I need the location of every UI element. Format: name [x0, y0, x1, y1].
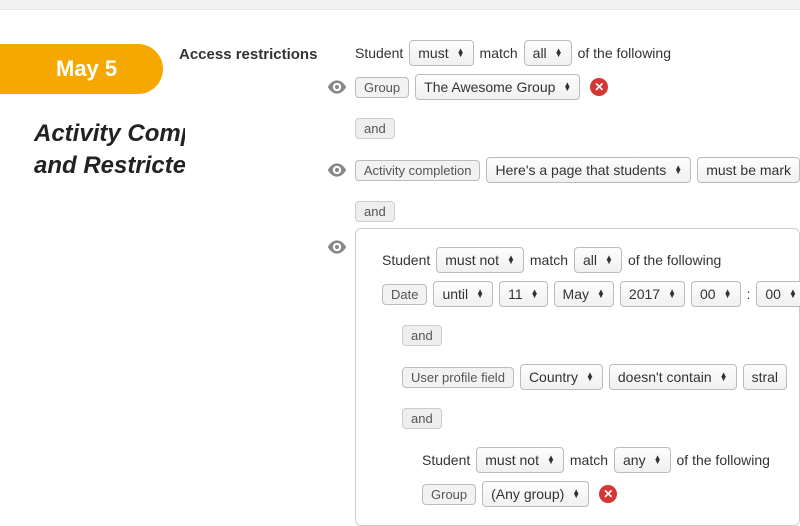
- nested-restriction-set: Student must not match all of the follow…: [355, 228, 800, 526]
- and-connector: and: [355, 201, 395, 222]
- match-label: match: [480, 45, 518, 61]
- section-label: Access restrictions: [179, 46, 317, 63]
- group-tag: Group: [422, 484, 476, 505]
- activity-page-select[interactable]: Here's a page that students: [486, 157, 691, 183]
- nested2-match-row: Student must not match any of the follow…: [422, 447, 795, 473]
- all-select[interactable]: all: [574, 247, 622, 273]
- date-row: Date until 11 May 2017 00 : 00: [382, 281, 795, 307]
- date-tag: Date: [382, 284, 427, 305]
- group-condition-row: Group The Awesome Group ✕: [325, 74, 800, 100]
- colon: :: [747, 286, 751, 302]
- restrictions-panel: Access restrictions Student must match a…: [185, 10, 800, 525]
- eye-icon[interactable]: [325, 240, 349, 254]
- of-following-label: of the following: [628, 252, 721, 268]
- top-strip: [0, 0, 800, 10]
- mustnot-select[interactable]: must not: [476, 447, 564, 473]
- match-label: match: [530, 252, 568, 268]
- top-match-row: Student must match all of the following: [355, 40, 800, 66]
- group-any-row: Group (Any group) ✕: [422, 481, 795, 507]
- activity-cond-select[interactable]: must be mark: [697, 157, 800, 183]
- profile-tag: User profile field: [402, 367, 514, 388]
- date-minute-select[interactable]: 00: [756, 281, 800, 307]
- date-text: May 5: [56, 56, 117, 81]
- and-connector: and: [402, 408, 442, 429]
- date-hour-select[interactable]: 00: [691, 281, 741, 307]
- student-label: Student: [382, 252, 430, 268]
- match-label: match: [570, 452, 608, 468]
- date-year-select[interactable]: 2017: [620, 281, 685, 307]
- group-tag: Group: [355, 77, 409, 98]
- activity-tag: Activity completion: [355, 160, 481, 181]
- mustnot-select[interactable]: must not: [436, 247, 524, 273]
- date-badge: May 5: [0, 44, 163, 94]
- activity-condition-row: Activity completion Here's a page that s…: [325, 157, 800, 183]
- of-following-label: of the following: [677, 452, 770, 468]
- group-select[interactable]: The Awesome Group: [415, 74, 580, 100]
- of-following-label: of the following: [578, 45, 671, 61]
- date-month-select[interactable]: May: [554, 281, 614, 307]
- all-select[interactable]: all: [524, 40, 572, 66]
- eye-icon[interactable]: [325, 163, 349, 177]
- any-select[interactable]: any: [614, 447, 671, 473]
- and-connector: and: [402, 325, 442, 346]
- delete-icon[interactable]: ✕: [590, 78, 608, 96]
- eye-icon[interactable]: [325, 80, 349, 94]
- profile-field-select[interactable]: Country: [520, 364, 603, 390]
- date-day-select[interactable]: 11: [499, 281, 547, 307]
- group-any-select[interactable]: (Any group): [482, 481, 589, 507]
- student-label: Student: [355, 45, 403, 61]
- date-mode-select[interactable]: until: [433, 281, 493, 307]
- nested-match-row: Student must not match all of the follow…: [382, 247, 795, 273]
- must-select[interactable]: must: [409, 40, 473, 66]
- profile-value-input[interactable]: stral: [743, 364, 787, 390]
- delete-icon[interactable]: ✕: [599, 485, 617, 503]
- student-label: Student: [422, 452, 470, 468]
- profile-op-select[interactable]: doesn't contain: [609, 364, 737, 390]
- profile-row: User profile field Country doesn't conta…: [402, 364, 795, 390]
- and-connector: and: [355, 118, 395, 139]
